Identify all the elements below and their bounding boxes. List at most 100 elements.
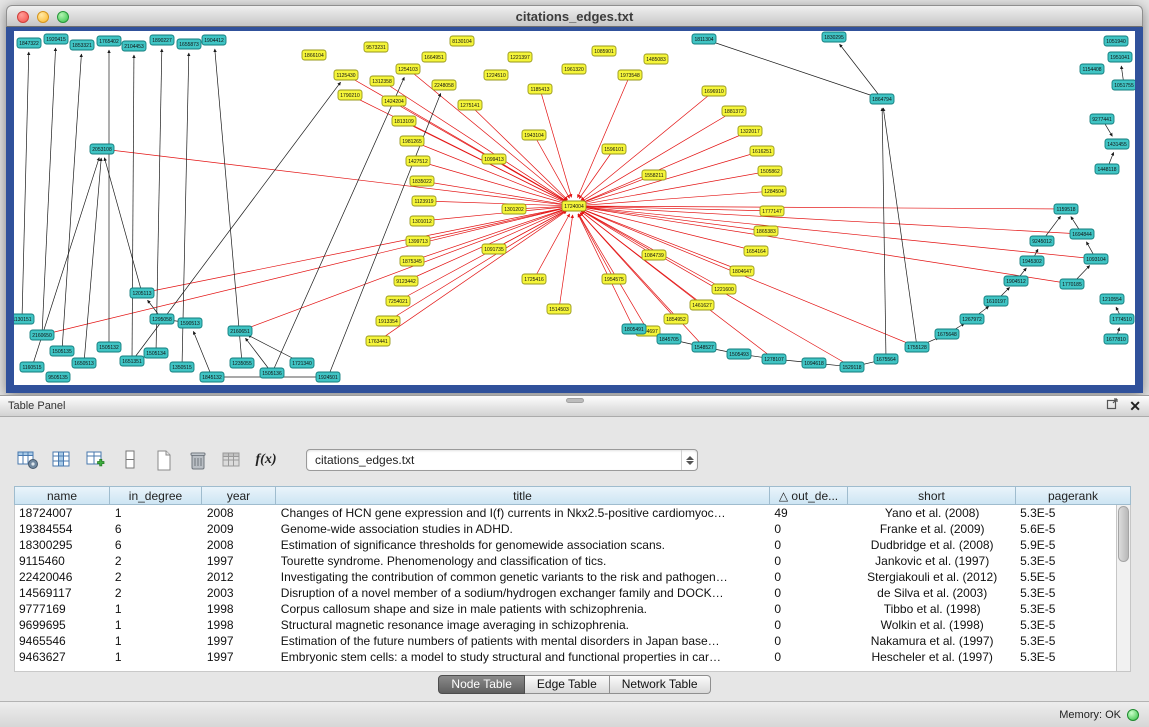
column-chooser-icon[interactable] (50, 447, 74, 473)
table-cell: Genome-wide association studies in ADHD. (277, 521, 771, 537)
table-row[interactable]: 1872400712008Changes of HCN gene express… (15, 505, 1116, 521)
column-header-out_de[interactable]: △ out_de... (770, 486, 848, 505)
tab-edge-table[interactable]: Edge Table (525, 675, 610, 694)
graph-node-label: 1943104 (524, 133, 544, 139)
graph-edge[interactable] (328, 93, 441, 377)
column-header-in_degree[interactable]: in_degree (110, 486, 202, 505)
graph-edge[interactable] (418, 208, 565, 241)
table-cell: 5.5E-5 (1016, 569, 1116, 585)
graph-edge[interactable] (424, 201, 565, 206)
graph-edge[interactable] (470, 105, 568, 200)
table-scrollbar[interactable] (1116, 505, 1131, 672)
graph-edge[interactable] (422, 207, 565, 221)
graph-edge[interactable] (42, 208, 565, 335)
graph-edge[interactable] (582, 209, 742, 271)
table-cell: 5.3E-5 (1016, 505, 1116, 521)
memory-status-label: Memory: OK (1059, 709, 1121, 721)
graph-edge[interactable] (583, 191, 774, 205)
graph-edge[interactable] (350, 95, 566, 202)
graph-edge[interactable] (193, 331, 212, 377)
table-row[interactable]: 2242004622012Investigating the contribut… (15, 569, 1116, 585)
traffic-lights (17, 11, 69, 23)
table-source-combobox[interactable]: citations_edges.txt (306, 449, 698, 471)
graph-edge[interactable] (581, 91, 714, 200)
delete-trash-icon[interactable] (186, 447, 210, 473)
graph-edge[interactable] (418, 161, 565, 204)
float-panel-icon[interactable] (1106, 397, 1119, 415)
window-titlebar[interactable]: citations_edges.txt (6, 5, 1143, 27)
scrollbar-thumb[interactable] (1118, 506, 1129, 562)
table-cell: 1998 (203, 617, 277, 633)
table-cell: 5.6E-5 (1016, 521, 1116, 537)
graph-edge[interactable] (42, 48, 56, 335)
graph-edge[interactable] (156, 49, 162, 353)
graph-edge[interactable] (272, 77, 404, 373)
close-panel-icon[interactable]: ✕ (1129, 399, 1141, 413)
graph-edge[interactable] (240, 209, 566, 331)
table-edit-icon[interactable] (84, 447, 108, 473)
column-header-name[interactable]: name (14, 486, 110, 505)
graph-edge[interactable] (62, 54, 81, 351)
graph-edge[interactable] (578, 214, 614, 279)
column-header-title[interactable]: title (276, 486, 770, 505)
zoom-window-button[interactable] (57, 11, 69, 23)
table-row[interactable]: 969969511998Structural magnetic resonanc… (15, 617, 1116, 633)
new-document-icon[interactable] (152, 447, 176, 473)
graph-node-label: 1596101 (604, 147, 624, 153)
table-cell: Dudbridge et al. (2008) (848, 537, 1016, 553)
graph-edge[interactable] (883, 108, 917, 347)
graph-edge[interactable] (422, 181, 565, 205)
import-table-icon[interactable] (220, 447, 244, 473)
graph-node-label: 1461627 (692, 303, 712, 309)
graph-edge[interactable] (582, 131, 750, 202)
table-row[interactable]: 1830029562008Estimation of significance … (15, 537, 1116, 553)
table-row[interactable]: 946362711997Embryonic stem cells: a mode… (15, 649, 1116, 665)
column-header-pagerank[interactable]: pagerank (1016, 486, 1131, 505)
table-cell: 6 (111, 521, 203, 537)
graph-edge[interactable] (540, 89, 571, 197)
table-cell: 2008 (203, 537, 277, 553)
graph-node-label: 1205113 (132, 291, 151, 297)
graph-edge[interactable] (583, 206, 1066, 209)
graph-edge[interactable] (215, 49, 242, 363)
table-row[interactable]: 946554611997Estimation of the future num… (15, 633, 1116, 649)
graph-edge[interactable] (578, 214, 634, 329)
table-cell: 9115460 (15, 553, 111, 569)
table-row[interactable]: 977716911998Corpus callosum shape and si… (15, 601, 1116, 617)
column-header-short[interactable]: short (848, 486, 1016, 505)
table-row[interactable]: 1938455462009Genome-wide association stu… (15, 521, 1116, 537)
table-settings-icon[interactable] (16, 447, 40, 473)
table-row[interactable]: 1456911722003Disruption of a novel membe… (15, 585, 1116, 601)
graph-edge[interactable] (583, 206, 1082, 234)
table-row[interactable]: 911546021997Tourette syndrome. Phenomeno… (15, 553, 1116, 569)
graph-node-label: 1505134 (146, 351, 166, 357)
graph-edge[interactable] (840, 44, 882, 99)
tab-network-table[interactable]: Network Table (610, 675, 711, 694)
graph-edge[interactable] (579, 214, 648, 331)
graph-edge[interactable] (534, 214, 570, 279)
tab-node-table[interactable]: Node Table (438, 675, 525, 694)
graph-edge[interactable] (104, 158, 142, 293)
graph-edge[interactable] (882, 108, 886, 359)
graph-edge[interactable] (583, 207, 1072, 284)
splitter-grip[interactable] (566, 398, 584, 403)
table-cell: 5.3E-5 (1016, 553, 1116, 569)
function-icon[interactable]: f(x) (254, 447, 278, 473)
graph-edge[interactable] (713, 42, 882, 99)
graph-node-label: 1485083 (646, 57, 666, 63)
network-canvas[interactable]: 1847322192041518533211765402210445318902… (14, 31, 1135, 385)
graph-edge[interactable] (578, 75, 630, 198)
minimize-window-button[interactable] (37, 11, 49, 23)
graph-edge[interactable] (22, 52, 29, 319)
status-bar: Memory: OK (0, 701, 1149, 727)
graph-edge[interactable] (84, 158, 101, 363)
table-cell: 1997 (203, 649, 277, 665)
column-header-year[interactable]: year (202, 486, 276, 505)
graph-edge[interactable] (132, 55, 134, 361)
row-height-icon[interactable] (118, 447, 142, 473)
graph-edge[interactable] (582, 111, 734, 201)
table-cell: 5.3E-5 (1016, 633, 1116, 649)
graph-node-label: 1125430 (336, 73, 355, 79)
close-window-button[interactable] (17, 11, 29, 23)
graph-node-label: 1301202 (504, 207, 524, 213)
